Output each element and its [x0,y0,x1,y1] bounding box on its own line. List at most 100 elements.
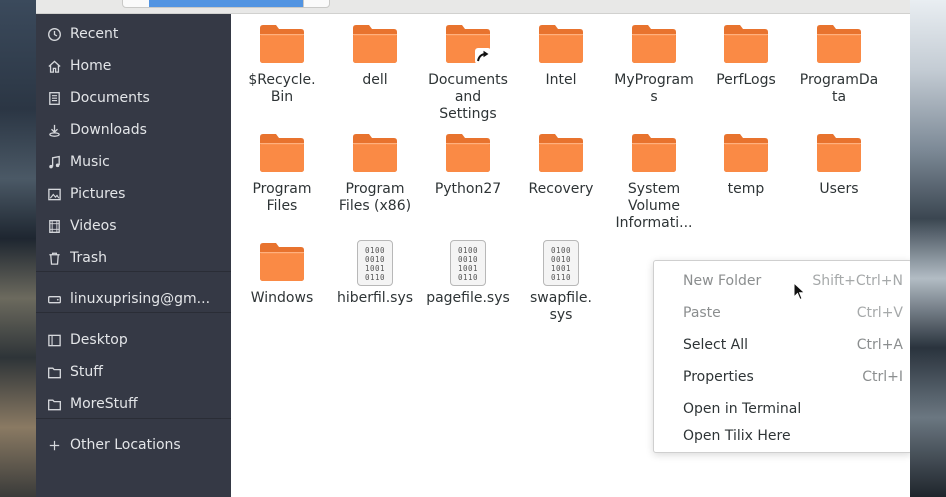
sidebar-item-label: linuxuprising@gm... [70,291,211,307]
sidebar-item-desktop[interactable]: Desktop [36,325,231,355]
binary-file-icon-digits: 0100 [550,246,572,255]
menu-item-paste: Paste Ctrl+V [654,299,910,327]
binary-file-icon-digits: 0110 [457,273,479,282]
sidebar-item-label: Stuff [70,364,103,380]
file-name-label: System Volume Informati... [615,181,693,231]
folder-item[interactable]: Windows [236,240,328,307]
sidebar-item-home[interactable]: Home [36,51,231,81]
menu-item-label: Paste [683,305,721,321]
menu-item-open-in-terminal[interactable]: Open in Terminal [654,395,910,423]
folder-item[interactable]: $Recycle. Bin [236,22,328,106]
file-name-label: Intel [545,72,577,88]
file-name-label: Users [819,181,859,197]
picture-icon [46,186,62,202]
folder-item[interactable]: Users [793,131,885,198]
folder-item[interactable]: ProgramDa ta [793,22,885,106]
menu-item-new-folder: New Folder Shift+Ctrl+N [654,267,910,295]
sidebar-item-videos[interactable]: Videos [36,211,231,241]
folder-item[interactable]: Recovery [515,131,607,198]
file-name-label: MyProgram s [614,72,694,105]
sidebar-separator [36,418,231,419]
sidebar-item-label: MoreStuff [70,396,138,412]
sidebar-item-label: Videos [70,218,117,234]
file-name-label: Documents and Settings [428,72,508,122]
folder-item[interactable]: temp [700,131,792,198]
folder-item[interactable]: Program Files [236,131,328,215]
folder-icon [259,22,305,68]
file-name-label: Program Files [252,181,312,214]
trash-icon [46,250,62,266]
file-name-label: ProgramDa ta [799,72,879,105]
folder-item[interactable]: System Volume Informati... [608,131,700,232]
file-name-label: hiberfil.sys [336,290,414,306]
folder-icon [46,396,62,412]
sidebar-item-label: Home [70,58,112,74]
mouse-cursor-icon [793,282,806,301]
path-bar-current-segment[interactable] [149,0,303,7]
folder-item[interactable]: Documents and Settings [422,22,514,123]
file-manager-window: Recent Home Documents Downloads Music Picture… [36,0,910,497]
sidebar-item-label: Trash [70,250,107,266]
binary-file-icon-body: 0100 0010 1001 0110 [357,240,393,286]
folder-icon [816,131,862,177]
folder-item[interactable]: Python27 [422,131,514,198]
sidebar-item-pictures[interactable]: Pictures [36,179,231,209]
binary-file-icon-digits: 0100 [364,246,386,255]
binary-file-icon-digits: 0010 [457,255,479,264]
sidebar-item-trash[interactable]: Trash [36,243,231,273]
plus-icon [46,437,62,453]
menu-item-shortcut: Ctrl+V [856,305,903,321]
binary-file-icon-digits: 1001 [550,264,572,273]
folder-icon [816,22,862,68]
sidebar-item-downloads[interactable]: Downloads [36,115,231,145]
header-bar [36,0,910,14]
sidebar-item-recent[interactable]: Recent [36,19,231,49]
folder-item[interactable]: PerfLogs [700,22,792,89]
folder-icon [259,131,305,177]
context-menu: New Folder Shift+Ctrl+N Paste Ctrl+V Select … [653,260,910,453]
desktop-wallpaper-right [910,0,946,497]
sidebar-item-label: Documents [70,90,150,106]
file-item[interactable]: 0100 0010 1001 0110 swapfile. sys [515,240,607,324]
sidebar-item-linuxuprising-gm[interactable]: linuxuprising@gm... [36,284,231,314]
sidebar-item-label: Other Locations [70,437,181,453]
folder-item[interactable]: Intel [515,22,607,89]
sidebar-item-label: Pictures [70,186,126,202]
menu-item-shortcut: Ctrl+I [862,369,903,385]
folder-icon [723,22,769,68]
sidebar-item-label: Desktop [70,332,128,348]
binary-file-icon-body: 0100 0010 1001 0110 [543,240,579,286]
sidebar-item-stuff[interactable]: Stuff [36,357,231,387]
menu-item-select-all[interactable]: Select All Ctrl+A [654,331,910,359]
sidebar-item-label: Downloads [70,122,147,138]
file-name-label: Windows [250,290,314,306]
menu-item-properties[interactable]: Properties Ctrl+I [654,363,910,391]
folder-item[interactable]: dell [329,22,421,89]
folder-item[interactable]: Program Files (x86) [329,131,421,215]
binary-file-icon-digits: 0110 [550,273,572,282]
sidebar-separator [36,312,231,313]
binary-file-icon-digits: 0110 [364,273,386,282]
sidebar-item-morestuff[interactable]: MoreStuff [36,389,231,419]
symlink-arrow-icon [475,48,491,64]
binary-file-icon-digits: 0100 [457,246,479,255]
folder-icon [445,22,491,68]
folder-item[interactable]: MyProgram s [608,22,700,106]
sidebar-item-documents[interactable]: Documents [36,83,231,113]
file-name-label: pagefile.sys [426,290,510,306]
sidebar-item-other-locations[interactable]: Other Locations [36,430,231,460]
folder-icon [631,131,677,177]
path-bar[interactable] [122,0,330,8]
binary-file-icon-digits: 0010 [364,255,386,264]
sidebar-separator [36,271,231,272]
file-item[interactable]: 0100 0010 1001 0110 pagefile.sys [422,240,514,307]
menu-item-label: New Folder [683,273,762,289]
folder-icon [46,364,62,380]
folder-icon [631,22,677,68]
folder-icon [538,22,584,68]
menu-item-open-tilix-here[interactable]: Open Tilix Here [654,422,910,450]
folder-icon [352,131,398,177]
file-item[interactable]: 0100 0010 1001 0110 hiberfil.sys [329,240,421,307]
sidebar-item-music[interactable]: Music [36,147,231,177]
download-icon [46,122,62,138]
